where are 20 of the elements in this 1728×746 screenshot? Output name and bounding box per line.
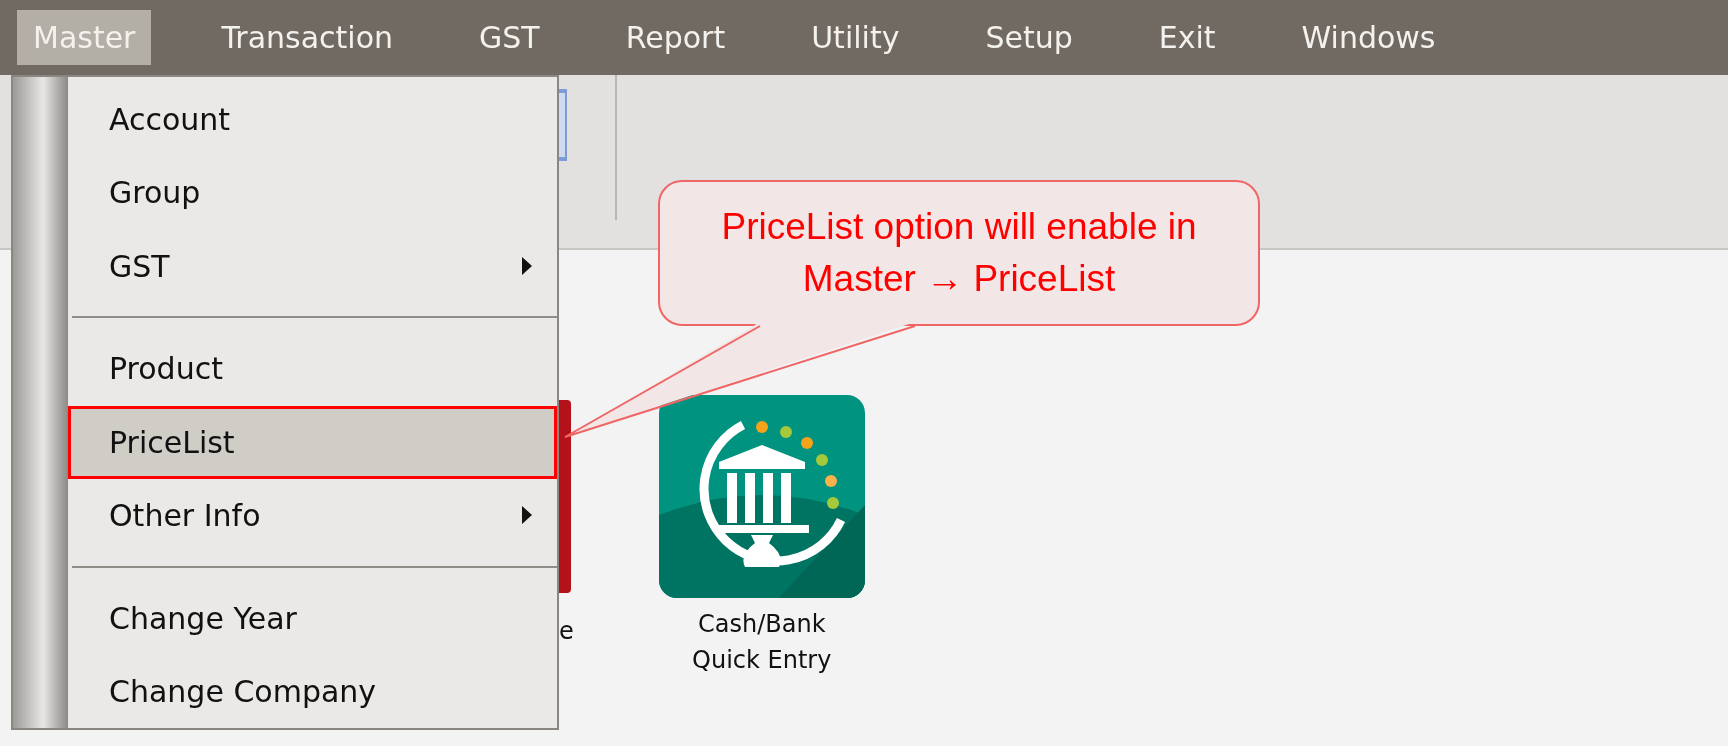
menu-bar-item[interactable]: Windows: [1285, 10, 1452, 65]
icon-label: Cash/Bank Quick Entry: [691, 609, 833, 676]
menu-bar-item[interactable]: GST: [463, 10, 556, 65]
menu-bar-item[interactable]: Transaction: [205, 10, 410, 65]
callout-text: PriceList option will enable in: [721, 205, 1197, 249]
menu-item[interactable]: Change Company: [68, 654, 557, 729]
menu-item[interactable]: Other Info: [68, 478, 557, 552]
menu-item[interactable]: Change Year: [68, 581, 557, 655]
menu-item[interactable]: Product: [68, 332, 557, 406]
menu-bar-item[interactable]: Exit: [1142, 10, 1232, 65]
menu-item[interactable]: PriceList: [68, 405, 557, 479]
bank-icon[interactable]: [658, 395, 865, 598]
icon-label: e: [559, 616, 574, 647]
menu-bar-item[interactable]: Setup: [969, 10, 1089, 65]
menu-item[interactable]: Group: [68, 156, 557, 230]
menu-bar-item[interactable]: Report: [609, 10, 742, 65]
menu-item[interactable]: Account: [68, 83, 557, 157]
menu-item[interactable]: GST: [68, 229, 557, 303]
menu-bar-item[interactable]: Utility: [795, 10, 916, 65]
callout-path: Master → PriceList: [802, 257, 1116, 301]
